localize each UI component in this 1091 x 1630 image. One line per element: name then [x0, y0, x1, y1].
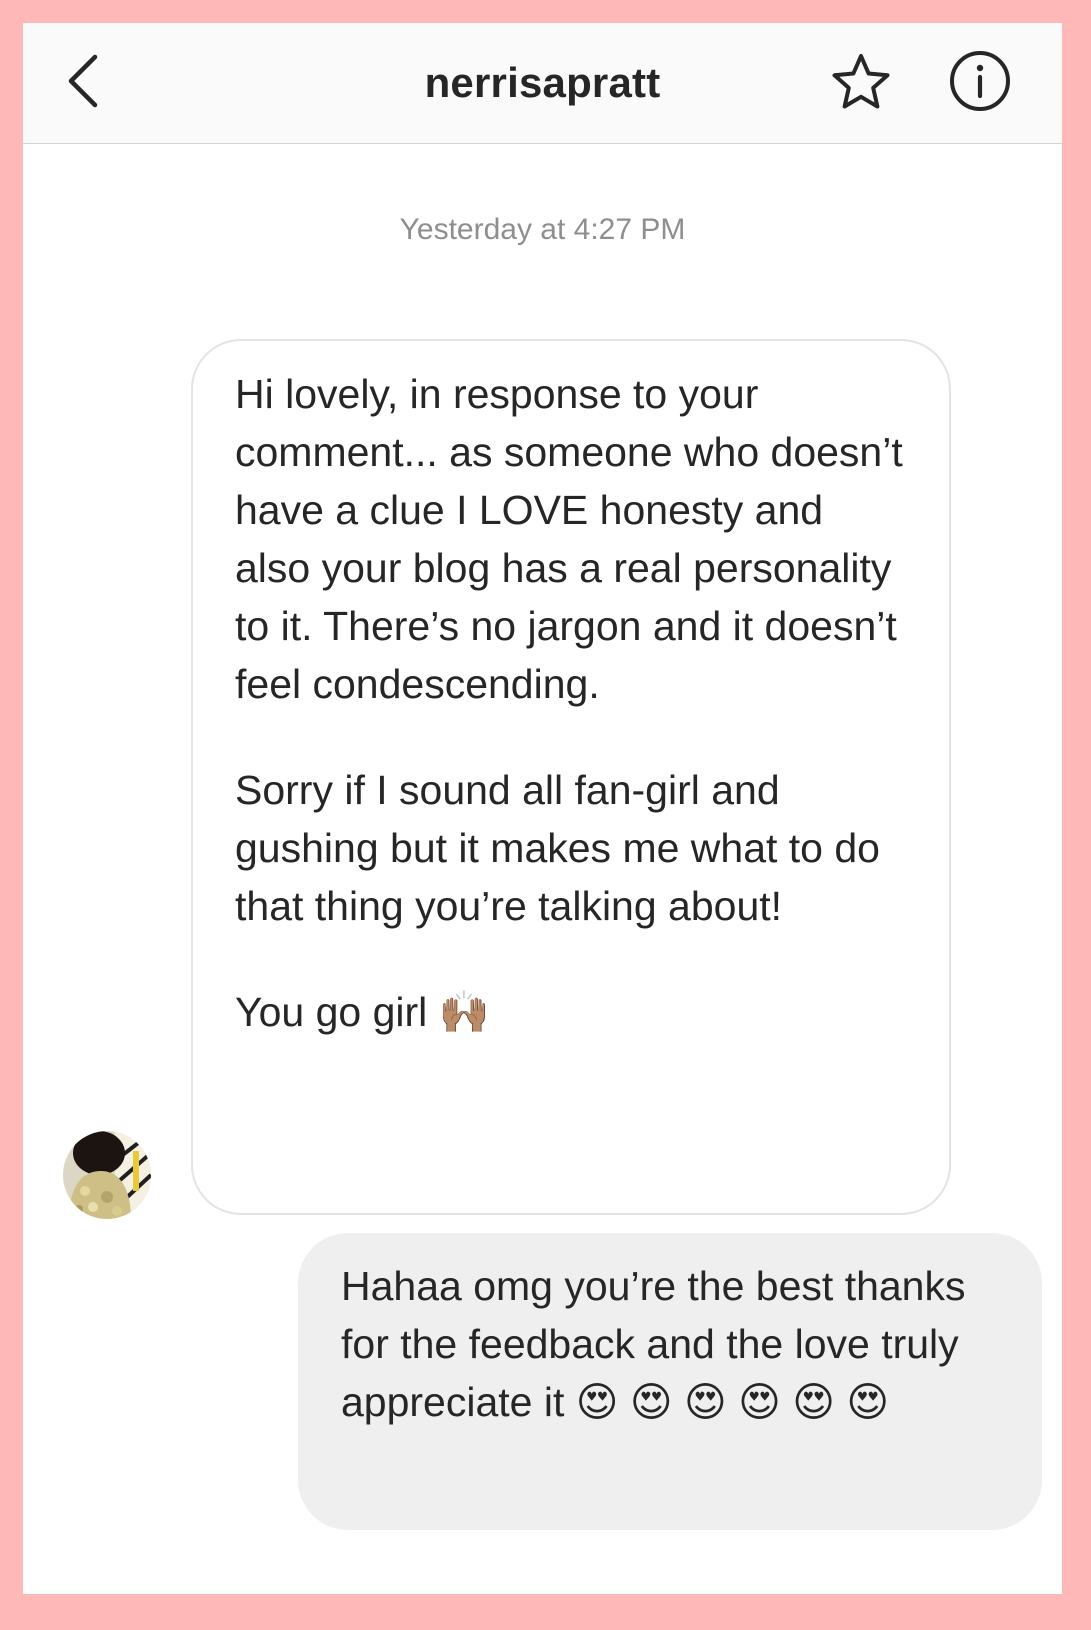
sender-avatar[interactable]	[63, 1131, 151, 1219]
chevron-left-icon	[65, 53, 101, 114]
star-button[interactable]	[829, 51, 893, 115]
outgoing-message-bubble[interactable]: Hahaa omg you’re the best thanks for the…	[298, 1233, 1042, 1530]
conversation-title[interactable]: nerrisapratt	[223, 53, 862, 113]
incoming-message-paragraph: Sorry if I sound all fan-girl and gushin…	[235, 767, 880, 929]
incoming-message-paragraph: You go girl 🙌🏽	[235, 989, 490, 1035]
incoming-message-bubble[interactable]: Hi lovely, in response to your comment..…	[191, 339, 951, 1215]
dm-screen: nerrisapratt Yesterday at 4:27 PM Hi lov…	[23, 23, 1062, 1594]
outgoing-message-text: Hahaa omg you’re the best thanks for the…	[341, 1263, 966, 1425]
back-button[interactable]	[53, 53, 113, 113]
incoming-message-paragraph: Hi lovely, in response to your comment..…	[235, 371, 903, 707]
message-timestamp: Yesterday at 4:27 PM	[399, 213, 686, 246]
info-button[interactable]	[948, 50, 1012, 117]
chat-header: nerrisapratt	[23, 23, 1062, 144]
star-icon	[831, 52, 891, 115]
info-icon	[949, 50, 1011, 117]
